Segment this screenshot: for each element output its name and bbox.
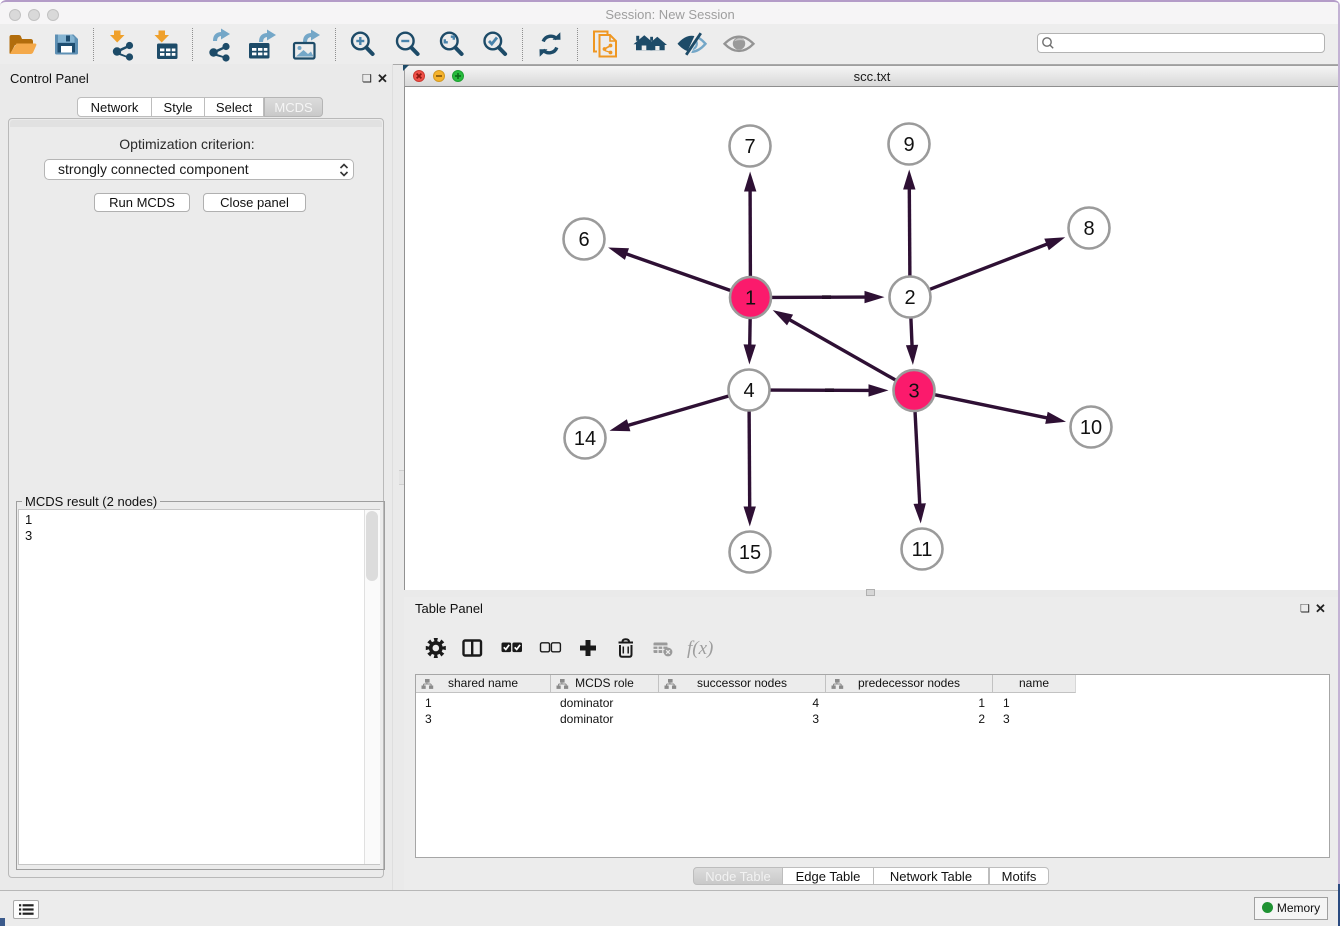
svg-text:4: 4 [743,380,754,402]
svg-text:2: 2 [904,287,915,309]
svg-text:1: 1 [745,288,756,310]
svg-text:7: 7 [744,136,755,158]
svg-text:11: 11 [912,539,933,561]
svg-text:10: 10 [1080,417,1102,439]
svg-text:9: 9 [903,134,914,156]
svg-text:15: 15 [739,542,761,564]
svg-text:8: 8 [1083,218,1094,240]
svg-text:6: 6 [578,229,589,251]
svg-text:f(x): f(x) [687,638,713,659]
svg-text:3: 3 [908,381,919,403]
svg-text:14: 14 [574,428,596,450]
